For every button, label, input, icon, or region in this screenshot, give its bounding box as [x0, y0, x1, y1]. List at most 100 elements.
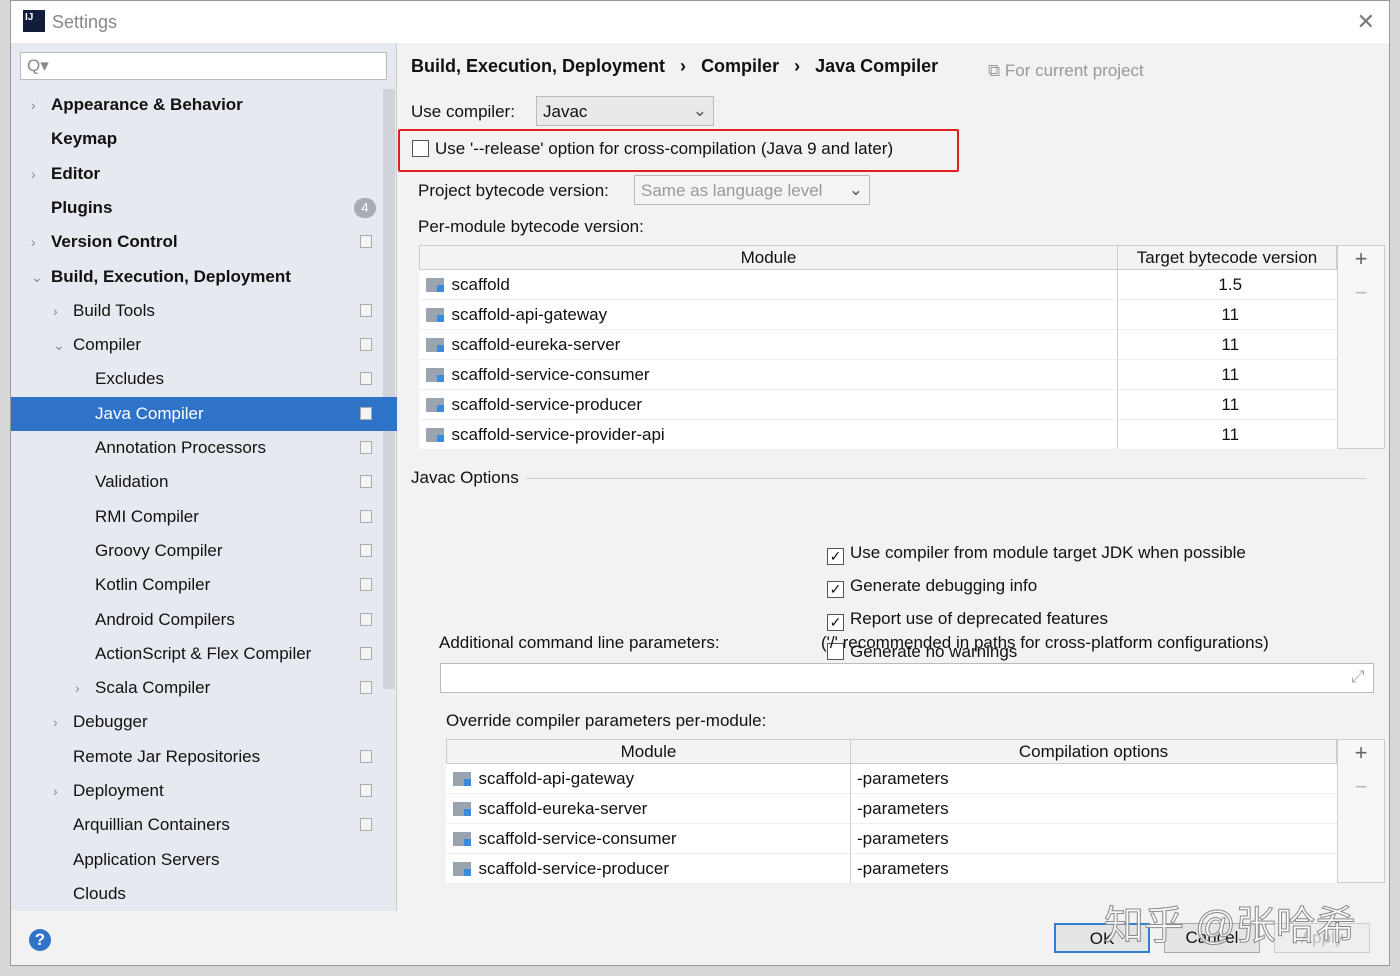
close-icon[interactable]: ✕	[1357, 9, 1375, 35]
chevron-right-icon[interactable]: ›	[31, 157, 36, 191]
sidebar-item[interactable]: ActionScript & Flex Compiler	[11, 637, 397, 671]
bytecode-version[interactable]: 11	[1117, 359, 1337, 390]
project-scope-icon	[360, 578, 372, 592]
sidebar-item[interactable]: Application Servers	[11, 843, 397, 877]
scope-note: ⧉ For current project	[988, 61, 1144, 81]
remove-icon[interactable]: −	[1338, 280, 1384, 314]
expand-icon[interactable]: ⤢	[1351, 667, 1365, 687]
module-folder-icon	[425, 307, 444, 322]
sidebar-item[interactable]: Clouds	[11, 877, 397, 911]
sidebar-item[interactable]: Annotation Processors	[11, 431, 397, 465]
sidebar-item[interactable]: Excludes	[11, 362, 397, 396]
bytecode-version[interactable]: 11	[1117, 389, 1337, 420]
bytecode-version[interactable]: 11	[1117, 419, 1337, 450]
sidebar-item[interactable]: › Build Tools	[11, 294, 397, 328]
column-header[interactable]: Module	[446, 739, 851, 764]
sidebar-item-label: Application Servers	[73, 849, 220, 869]
chevron-right-icon[interactable]: ›	[53, 294, 58, 328]
compiler-select[interactable]: Javac ⌄	[536, 96, 714, 126]
add-icon[interactable]: +	[1338, 246, 1384, 280]
compilation-options[interactable]: -parameters	[850, 823, 1337, 854]
table-row[interactable]: scaffold 1.5	[419, 269, 1337, 300]
table-row[interactable]: scaffold-eureka-server 11	[419, 329, 1337, 360]
project-scope-icon	[360, 646, 372, 660]
remove-icon[interactable]: −	[1338, 774, 1384, 808]
sidebar-item[interactable]: ⌄ Build, Execution, Deployment	[11, 260, 397, 294]
breadcrumb-separator: ›	[794, 56, 801, 76]
compilation-options[interactable]: -parameters	[850, 793, 1337, 824]
table-row[interactable]: scaffold-service-consumer -parameters	[446, 823, 1337, 854]
javac-option[interactable]: ✓ Use compiler from module target JDK whe…	[827, 543, 1246, 565]
sidebar-item-label: Editor	[51, 163, 101, 183]
module-name: scaffold-eureka-server	[478, 798, 648, 818]
project-scope-icon	[360, 441, 372, 454]
chevron-right-icon[interactable]: ›	[53, 774, 58, 808]
compilation-options[interactable]: -parameters	[850, 853, 1337, 884]
bytecode-select[interactable]: Same as language level ⌄	[634, 175, 870, 205]
search-input[interactable]: Q▾	[20, 52, 387, 80]
checkbox-checked[interactable]: ✓	[827, 548, 844, 565]
sidebar-item[interactable]: Groovy Compiler	[11, 534, 397, 568]
breadcrumb-item[interactable]: Compiler	[701, 56, 779, 76]
additional-params-input[interactable]	[440, 663, 1374, 693]
sidebar-item[interactable]: Arquillian Containers	[11, 808, 397, 842]
table-row[interactable]: scaffold-api-gateway -parameters	[446, 763, 1337, 794]
ok-button[interactable]: OK	[1054, 923, 1150, 953]
sidebar-item[interactable]: RMI Compiler	[11, 500, 397, 534]
sidebar-item[interactable]: Plugins 4	[11, 191, 397, 225]
apply-button[interactable]: Apply	[1274, 923, 1370, 953]
table-row[interactable]: scaffold-service-producer 11	[419, 389, 1337, 420]
table-row[interactable]: scaffold-service-provider-api 11	[419, 419, 1337, 450]
sidebar-item[interactable]: Remote Jar Repositories	[11, 740, 397, 774]
chevron-right-icon[interactable]: ›	[31, 88, 36, 122]
sidebar-item[interactable]: ⌄ Compiler	[11, 328, 397, 362]
sidebar-item-label: Remote Jar Repositories	[73, 746, 261, 766]
sidebar-item-label: Debugger	[73, 712, 148, 732]
table-row[interactable]: scaffold-api-gateway 11	[419, 299, 1337, 330]
add-icon[interactable]: +	[1338, 740, 1384, 774]
compilation-options[interactable]: -parameters	[850, 763, 1337, 794]
breadcrumb-separator: ›	[680, 56, 687, 76]
sidebar-item[interactable]: Keymap	[11, 122, 397, 156]
sidebar-item[interactable]: › Appearance & Behavior	[11, 88, 397, 122]
sidebar-item[interactable]: › Deployment	[11, 774, 397, 808]
help-icon[interactable]: ?	[29, 929, 51, 951]
table-row[interactable]: scaffold-eureka-server -parameters	[446, 793, 1337, 824]
release-option[interactable]: Use '--release' option for cross-compila…	[412, 139, 893, 159]
chevron-right-icon[interactable]: ›	[53, 705, 58, 739]
column-header[interactable]: Target bytecode version	[1117, 245, 1337, 270]
javac-option[interactable]: ✓ Generate debugging info	[827, 576, 1037, 598]
cancel-button[interactable]: Cancel	[1164, 923, 1260, 953]
column-header[interactable]: Compilation options	[850, 739, 1337, 764]
bytecode-version[interactable]: 1.5	[1117, 269, 1337, 300]
project-scope-icon	[360, 784, 372, 797]
checkbox-checked[interactable]: ✓	[827, 581, 844, 598]
column-header[interactable]: Module	[419, 245, 1118, 270]
project-scope-icon	[360, 681, 372, 695]
sidebar-item-label: Build Tools	[73, 300, 155, 320]
project-scope-icon	[360, 818, 372, 832]
sidebar-item[interactable]: Android Compilers	[11, 603, 397, 637]
sidebar-item[interactable]: › Scala Compiler	[11, 671, 397, 705]
bytecode-version[interactable]: 11	[1117, 299, 1337, 330]
table-row[interactable]: scaffold-service-producer -parameters	[446, 853, 1337, 884]
project-scope-icon	[360, 235, 372, 249]
chevron-down-icon[interactable]: ⌄	[53, 328, 65, 362]
sidebar-item[interactable]: Validation	[11, 465, 397, 499]
table-row[interactable]: scaffold-service-consumer 11	[419, 359, 1337, 390]
release-checkbox[interactable]	[412, 140, 429, 157]
sidebar-item[interactable]: › Debugger	[11, 705, 397, 739]
sidebar-item[interactable]: Java Compiler	[11, 396, 397, 431]
module-name: scaffold-service-provider-api	[451, 424, 665, 444]
bytecode-version[interactable]: 11	[1117, 329, 1337, 360]
checkbox-checked[interactable]: ✓	[827, 614, 844, 631]
sidebar-item[interactable]: Kotlin Compiler	[11, 568, 397, 602]
breadcrumb-item[interactable]: Build, Execution, Deployment	[411, 56, 665, 76]
sidebar-item[interactable]: › Version Control	[11, 225, 397, 259]
module-name: scaffold-service-consumer	[478, 828, 677, 848]
chevron-right-icon[interactable]: ›	[31, 225, 36, 259]
javac-option[interactable]: ✓ Report use of deprecated features	[827, 609, 1108, 631]
sidebar-item[interactable]: › Editor	[11, 157, 397, 191]
chevron-down-icon[interactable]: ⌄	[31, 260, 43, 294]
chevron-right-icon[interactable]: ›	[75, 671, 80, 705]
